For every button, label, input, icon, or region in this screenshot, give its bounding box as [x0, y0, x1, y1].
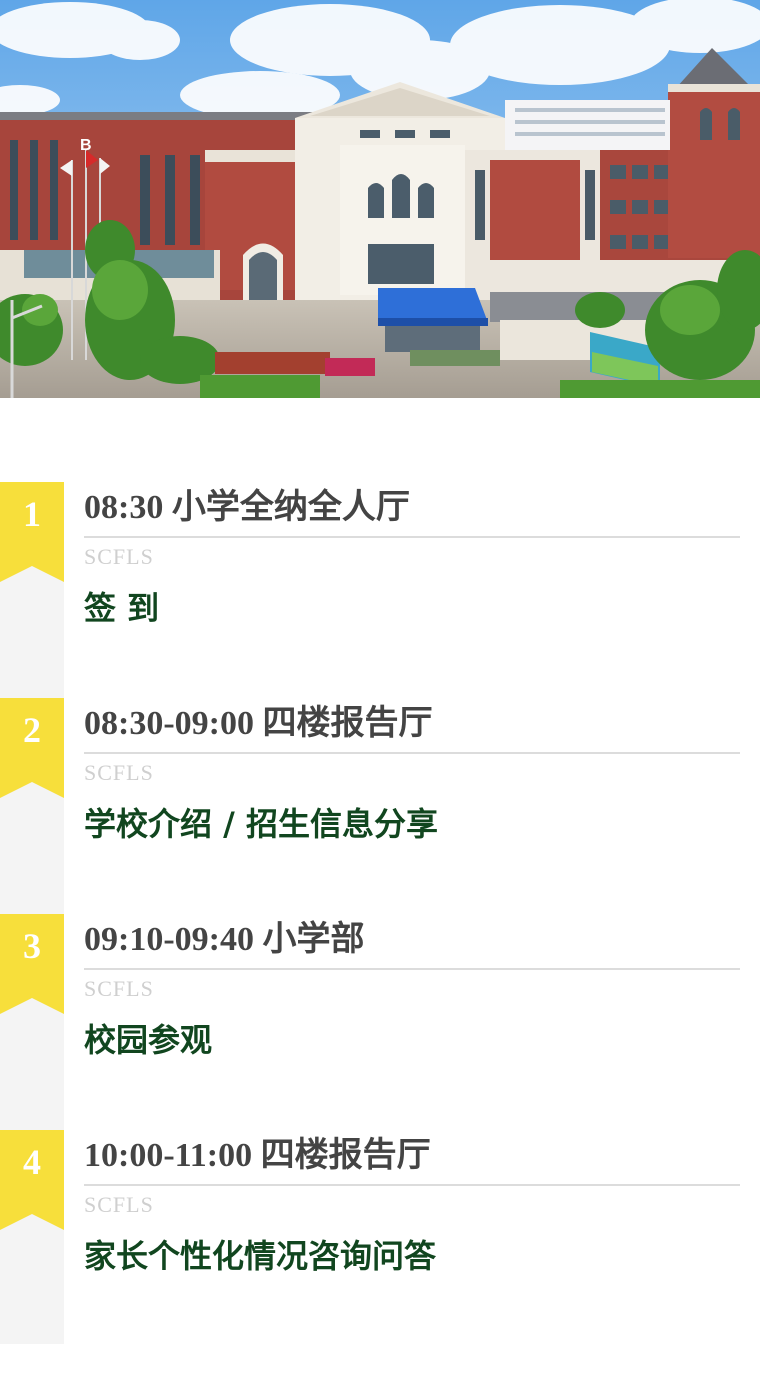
school-tag: SCFLS [84, 976, 154, 1001]
divider [84, 536, 740, 538]
schedule-title: 10:00-11:00 四楼报告厅 [84, 1130, 740, 1176]
school-tag: SCFLS [84, 544, 154, 569]
schedule-content: 10:00-11:00 四楼报告厅 SCFLS 家长个性化情况咨询问答 [84, 1130, 740, 1276]
schedule-time: 08:30-09:00 [84, 705, 254, 742]
hero-campus-photo: B [0, 0, 760, 398]
divider [84, 968, 740, 970]
schedule-item: 2 08:30-09:00 四楼报告厅 SCFLS 学校介绍 / 招生信息分享 [0, 698, 760, 914]
schedule-content: 08:30 小学全纳全人厅 SCFLS 签 到 [84, 482, 740, 628]
schedule-time: 09:10-09:40 [84, 921, 254, 958]
schedule-description: 学校介绍 / 招生信息分享 [84, 805, 438, 843]
schedule-content: 08:30-09:00 四楼报告厅 SCFLS 学校介绍 / 招生信息分享 [84, 698, 740, 844]
schedule-location: 四楼报告厅 [260, 1137, 431, 1174]
step-number: 1 [23, 494, 41, 534]
step-badge: 2 [0, 698, 64, 798]
schedule-location: 四楼报告厅 [262, 705, 433, 742]
step-badge: 1 [0, 482, 64, 582]
schedule-location: 小学部 [262, 921, 365, 958]
school-tag: SCFLS [84, 760, 154, 785]
schedule-description: 签 到 [84, 589, 160, 627]
step-number: 2 [23, 710, 41, 750]
schedule-title: 08:30-09:00 四楼报告厅 [84, 698, 740, 744]
schedule-item: 1 08:30 小学全纳全人厅 SCFLS 签 到 [0, 482, 760, 698]
schedule-description: 校园参观 [84, 1021, 213, 1059]
divider [84, 1184, 740, 1186]
schedule-title: 08:30 小学全纳全人厅 [84, 482, 740, 528]
step-badge: 4 [0, 1130, 64, 1230]
school-tag: SCFLS [84, 1192, 154, 1217]
schedule-item: 3 09:10-09:40 小学部 SCFLS 校园参观 [0, 914, 760, 1130]
schedule-time: 10:00-11:00 [84, 1137, 253, 1174]
schedule-list: 1 08:30 小学全纳全人厅 SCFLS 签 到 2 08:30-09:00 … [0, 482, 760, 1346]
schedule-item: 4 10:00-11:00 四楼报告厅 SCFLS 家长个性化情况咨询问答 [0, 1130, 760, 1346]
schedule-location: 小学全纳全人厅 [171, 489, 410, 526]
divider [84, 752, 740, 754]
schedule-title: 09:10-09:40 小学部 [84, 914, 740, 960]
building-letter: B [80, 137, 92, 154]
schedule-time: 08:30 [84, 489, 164, 526]
schedule-content: 09:10-09:40 小学部 SCFLS 校园参观 [84, 914, 740, 1060]
step-badge: 3 [0, 914, 64, 1014]
step-number: 3 [23, 926, 41, 966]
schedule-description: 家长个性化情况咨询问答 [84, 1237, 437, 1275]
step-number: 4 [23, 1142, 41, 1182]
